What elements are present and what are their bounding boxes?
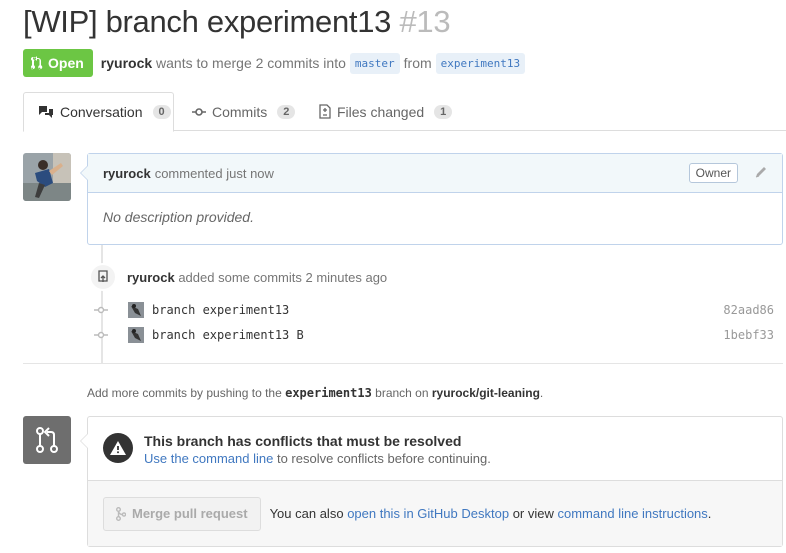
push-hint-repo: ryurock/git-leaning — [431, 386, 540, 400]
push-hint: Add more commits by pushing to the exper… — [87, 386, 543, 400]
git-commit-icon — [192, 107, 206, 116]
tab-counter: 2 — [277, 104, 296, 119]
push-hint-middle: branch on — [375, 386, 429, 400]
commit-row: branch experiment13 82aad86 — [94, 300, 784, 320]
head-branch[interactable]: experiment13 — [435, 52, 526, 74]
comment-action: commented just now — [154, 165, 274, 181]
pr-tabs: Conversation 0 Commits 2 Files changed 1 — [23, 92, 786, 132]
conflict-title: This branch has conflicts that must be r… — [144, 433, 462, 449]
state-badge: Open — [23, 49, 93, 77]
from-text: from — [403, 55, 432, 71]
timeline-divider — [23, 363, 783, 364]
alt-suffix: . — [707, 506, 712, 521]
tab-counter: 1 — [434, 104, 453, 119]
commits-event: ryurock added some commits 2 minutes ago — [127, 270, 387, 285]
tab-commits[interactable]: Commits 2 — [192, 92, 296, 131]
git-commit-icon — [94, 305, 108, 315]
pr-title: [WIP] branch experiment13 #13 — [23, 4, 451, 40]
event-author[interactable]: ryurock — [127, 270, 175, 285]
pr-number: #13 — [399, 4, 451, 39]
conflict-description: Use the command line to resolve conflict… — [144, 450, 491, 468]
command-line-link[interactable]: Use the command line — [144, 451, 273, 466]
author-link[interactable]: ryurock — [101, 55, 152, 71]
merge-text: wants to merge 2 commits into — [156, 55, 346, 71]
file-diff-icon — [319, 104, 331, 119]
conflict-status: This branch has conflicts that must be r… — [103, 433, 491, 468]
comment-box: ryurock commented just now Owner No desc… — [80, 153, 783, 245]
pr-title-text: [WIP] branch experiment13 — [23, 4, 392, 39]
owner-badge: Owner — [688, 163, 738, 183]
commit-sha[interactable]: 82aad86 — [723, 303, 774, 317]
command-line-instructions-link[interactable]: command line instructions — [558, 506, 708, 521]
pencil-icon[interactable] — [754, 165, 768, 179]
conflict-rest: to resolve conflicts before continuing. — [276, 451, 491, 466]
merge-button-label: Merge pull request — [132, 506, 248, 521]
commit-avatar[interactable] — [128, 302, 144, 318]
merge-footer: Merge pull request You can also open thi… — [88, 480, 782, 546]
pr-meta: Open ryurock wants to merge 2 commits in… — [23, 49, 529, 77]
push-hint-suffix: . — [539, 386, 544, 400]
merge-box: This branch has conflicts that must be r… — [80, 416, 783, 547]
merge-summary: ryurock wants to merge 2 commits into — [101, 55, 346, 71]
merge-pull-request-button[interactable]: Merge pull request — [103, 496, 261, 531]
alt-prefix: You can also — [269, 506, 344, 521]
open-in-desktop-link[interactable]: open this in GitHub Desktop — [347, 506, 509, 521]
merge-alternatives: You can also open this in GitHub Desktop… — [270, 506, 712, 521]
event-text: added some commits 2 minutes ago — [178, 270, 388, 285]
tab-label: Conversation — [60, 104, 143, 120]
tab-label: Commits — [212, 103, 268, 120]
git-merge-icon — [116, 506, 126, 521]
commit-avatar[interactable] — [128, 327, 144, 343]
git-pull-request-icon — [23, 416, 71, 464]
tab-label: Files changed — [337, 103, 425, 120]
git-commit-icon — [94, 330, 108, 340]
push-hint-branch: experiment13 — [285, 386, 372, 400]
state-label: Open — [48, 55, 84, 71]
git-pull-request-icon — [31, 56, 43, 70]
tab-counter: 0 — [152, 105, 171, 119]
commit-message[interactable]: branch experiment13 — [152, 303, 289, 317]
comment-body: No description provided. — [103, 209, 254, 225]
alt-middle: or view — [512, 506, 554, 521]
tab-files-changed[interactable]: Files changed 1 — [319, 92, 453, 131]
push-hint-prefix: Add more commits by pushing to the — [87, 386, 282, 400]
commit-row: branch experiment13 B 1bebf33 — [94, 325, 784, 345]
comment-author[interactable]: ryurock — [103, 166, 151, 181]
comment-discussion-icon — [39, 106, 53, 118]
repo-push-icon — [89, 263, 117, 291]
commit-sha[interactable]: 1bebf33 — [723, 328, 774, 342]
alert-icon — [103, 433, 133, 463]
base-branch[interactable]: master — [349, 52, 400, 74]
comment-header: ryurock commented just now Owner — [88, 154, 782, 193]
commit-message[interactable]: branch experiment13 B — [152, 328, 304, 342]
tab-conversation[interactable]: Conversation 0 — [23, 92, 174, 132]
avatar[interactable] — [23, 153, 71, 201]
